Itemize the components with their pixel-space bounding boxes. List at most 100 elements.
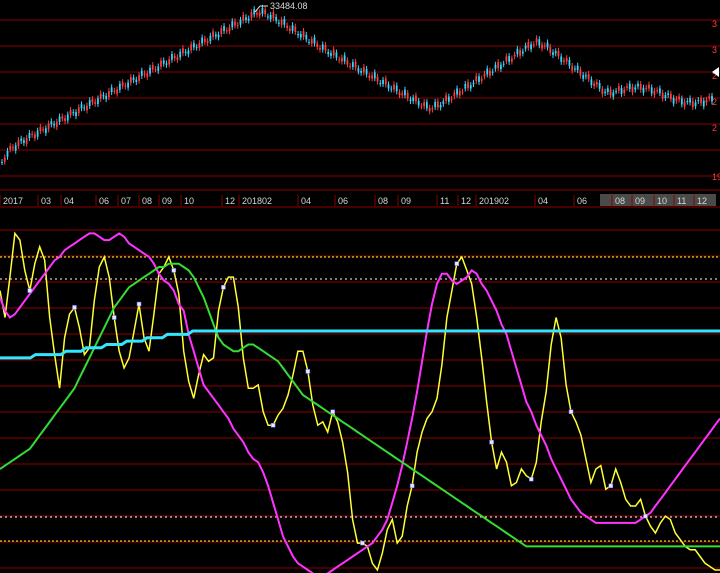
candle-body [220,28,223,35]
candle-body [590,79,593,86]
candle-body [294,26,297,32]
candle-body [261,7,264,14]
candle-body [683,101,686,107]
candle-body [406,93,409,99]
signal-marker [27,288,33,293]
candle-body [390,88,393,90]
candle-body [464,83,467,89]
candle-body [697,100,700,102]
candle-body [442,101,445,104]
candle-body [582,75,585,79]
candle-body [431,108,434,110]
candle-body [510,58,513,62]
candle-body [615,91,617,93]
candle-body [360,70,363,73]
candle-body [423,102,426,107]
candle-body [299,34,302,38]
candle-body [395,85,398,92]
candle-body [357,68,360,72]
candle-body [500,64,502,69]
candle-body [538,39,541,46]
candle-body [94,101,97,104]
candle-body [680,98,683,105]
candle-body [549,46,552,53]
candle-body [247,18,250,21]
candle-body [209,35,212,42]
time-tick-label: 08 [378,196,388,206]
signal-marker [568,409,574,415]
candle-body [398,92,401,96]
candle-body [691,101,694,108]
candle-body [33,134,36,139]
right-axis-label: 19 [712,172,720,182]
candle-body [461,91,464,93]
candle-body [99,93,102,99]
right-axis-label: 2 [712,123,717,133]
candle-body [519,50,522,56]
candle-body [606,88,609,92]
candle-body [601,88,604,95]
candle-body [404,89,406,96]
candle-body [6,150,9,157]
candle-body [593,83,596,87]
time-tick-label: 04 [301,196,311,206]
candle-body [231,21,234,28]
signal-marker [171,268,177,273]
candle-body [217,34,220,38]
candle-body [168,59,171,65]
candle-body [286,25,288,29]
candle-body [447,96,450,102]
candle-body [187,50,190,55]
candle-body [469,85,472,89]
cyan-indicator-line [0,329,720,360]
candle-body [346,60,349,65]
candle-body [132,77,135,81]
candle-body [280,19,283,25]
candle-body [598,82,601,89]
signal-marker [608,483,614,489]
candle-body [494,64,497,69]
candle-body [620,87,623,94]
candle-body [264,9,267,15]
candle-body [521,51,524,54]
candle-body [105,95,108,100]
candle-body [206,41,209,43]
candle-body [113,90,116,92]
candle-body [53,123,55,126]
candle-body [176,57,179,60]
candle-body [617,86,620,91]
signal-marker [111,315,117,320]
candle-body [9,145,12,150]
time-tick-label: 201802 [242,196,272,206]
time-tick-label: 06 [99,196,109,206]
candle-body [138,75,140,81]
candle-body [456,88,458,95]
candle-body [151,65,154,70]
candle-body [308,41,310,43]
candle-body [20,138,23,141]
candle-body [50,121,53,125]
candle-body [475,75,478,82]
candle-body [338,59,341,61]
candle-body [664,95,667,99]
candle-body [415,95,417,102]
time-tick-label: 06 [577,196,587,206]
candle-body [579,69,582,76]
candle-body [140,70,143,76]
candle-body [127,82,130,88]
candle-body [645,87,648,89]
candle-body [310,39,313,44]
candle-body [491,71,494,73]
candle-body [612,92,615,97]
green-indicator-line [0,262,720,548]
candle-body [659,88,661,94]
candle-body [371,75,373,79]
candle-body [190,44,193,51]
candle-body [223,26,225,31]
time-tick-label: 10 [184,196,194,206]
candle-body [77,107,80,114]
right-axis-label: 3 [712,45,717,55]
candle-body [327,51,330,55]
candle-body [708,96,711,99]
candle-body [242,14,245,21]
